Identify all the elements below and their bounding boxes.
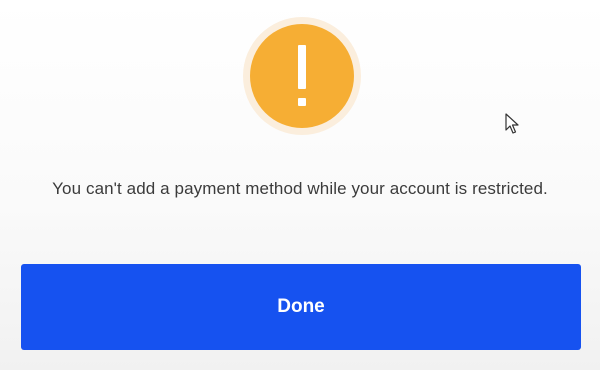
restricted-account-dialog: You can't add a payment method while you… <box>0 0 600 370</box>
mouse-pointer-icon <box>505 113 519 134</box>
warning-icon-disc <box>250 24 354 128</box>
exclamation-icon <box>298 45 306 106</box>
warning-icon <box>243 17 361 135</box>
restriction-message: You can't add a payment method while you… <box>52 179 548 198</box>
done-button[interactable]: Done <box>21 264 581 350</box>
